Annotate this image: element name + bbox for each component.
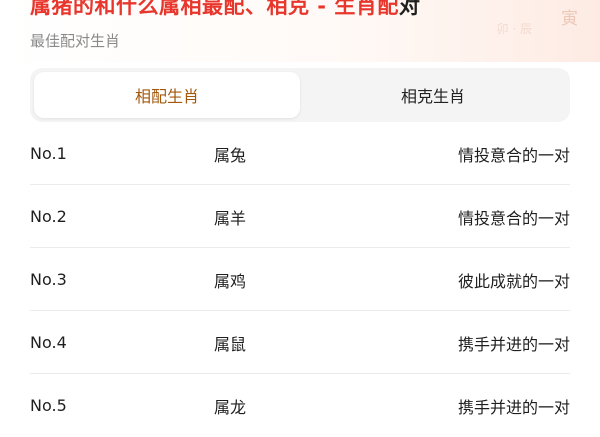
title-part-1: 属猪的和什么属相最配、相克 xyxy=(30,0,310,18)
zodiac-animal: 属兔 xyxy=(214,146,247,165)
rank-label: No.5 xyxy=(30,396,67,415)
list-item[interactable]: No.1 属兔 情投意合的一对 xyxy=(30,122,570,185)
decorative-character: 寅 xyxy=(561,9,578,29)
list-item[interactable]: No.3 属鸡 彼此成就的一对 xyxy=(30,248,570,311)
list-item[interactable]: No.4 属鼠 携手并进的一对 xyxy=(30,311,570,374)
match-description: 彼此成就的一对 xyxy=(457,272,570,291)
rank-label: No.1 xyxy=(30,144,67,163)
tab-bar: 相配生肖 相克生肖 xyxy=(30,68,570,122)
decorative-characters: 卯 · 辰 xyxy=(496,22,532,36)
zodiac-animal: 属鸡 xyxy=(214,272,247,291)
match-list: No.1 属兔 情投意合的一对 No.2 属羊 情投意合的一对 No.3 属鸡 … xyxy=(30,122,570,437)
list-item[interactable]: No.2 属羊 情投意合的一对 xyxy=(30,185,570,248)
tab-compatible-zodiac[interactable]: 相配生肖 xyxy=(34,72,300,118)
page-subtitle: 最佳配对生肖 xyxy=(30,32,121,50)
match-description: 携手并进的一对 xyxy=(457,398,570,417)
rank-label: No.3 xyxy=(30,270,67,289)
title-dash: - xyxy=(309,0,335,18)
rank-label: No.4 xyxy=(30,333,67,352)
zodiac-animal: 属龙 xyxy=(214,398,247,417)
title-part-2: 生肖配 xyxy=(334,0,399,18)
match-description: 携手并进的一对 xyxy=(457,335,570,354)
zodiac-animal: 属鼠 xyxy=(214,335,247,354)
rank-label: No.2 xyxy=(30,207,67,226)
zodiac-animal: 属羊 xyxy=(214,209,247,228)
page-title: 属猪的和什么属相最配、相克 - 生肖配对 xyxy=(30,0,420,20)
tab-incompatible-zodiac[interactable]: 相克生肖 xyxy=(300,72,566,118)
header-banner: 属猪的和什么属相最配、相克 - 生肖配对 最佳配对生肖 寅 卯 · 辰 xyxy=(0,0,600,62)
match-description: 情投意合的一对 xyxy=(457,209,570,228)
title-part-3: 对 xyxy=(398,0,421,18)
list-item[interactable]: No.5 属龙 携手并进的一对 xyxy=(30,374,570,437)
match-description: 情投意合的一对 xyxy=(457,146,570,165)
